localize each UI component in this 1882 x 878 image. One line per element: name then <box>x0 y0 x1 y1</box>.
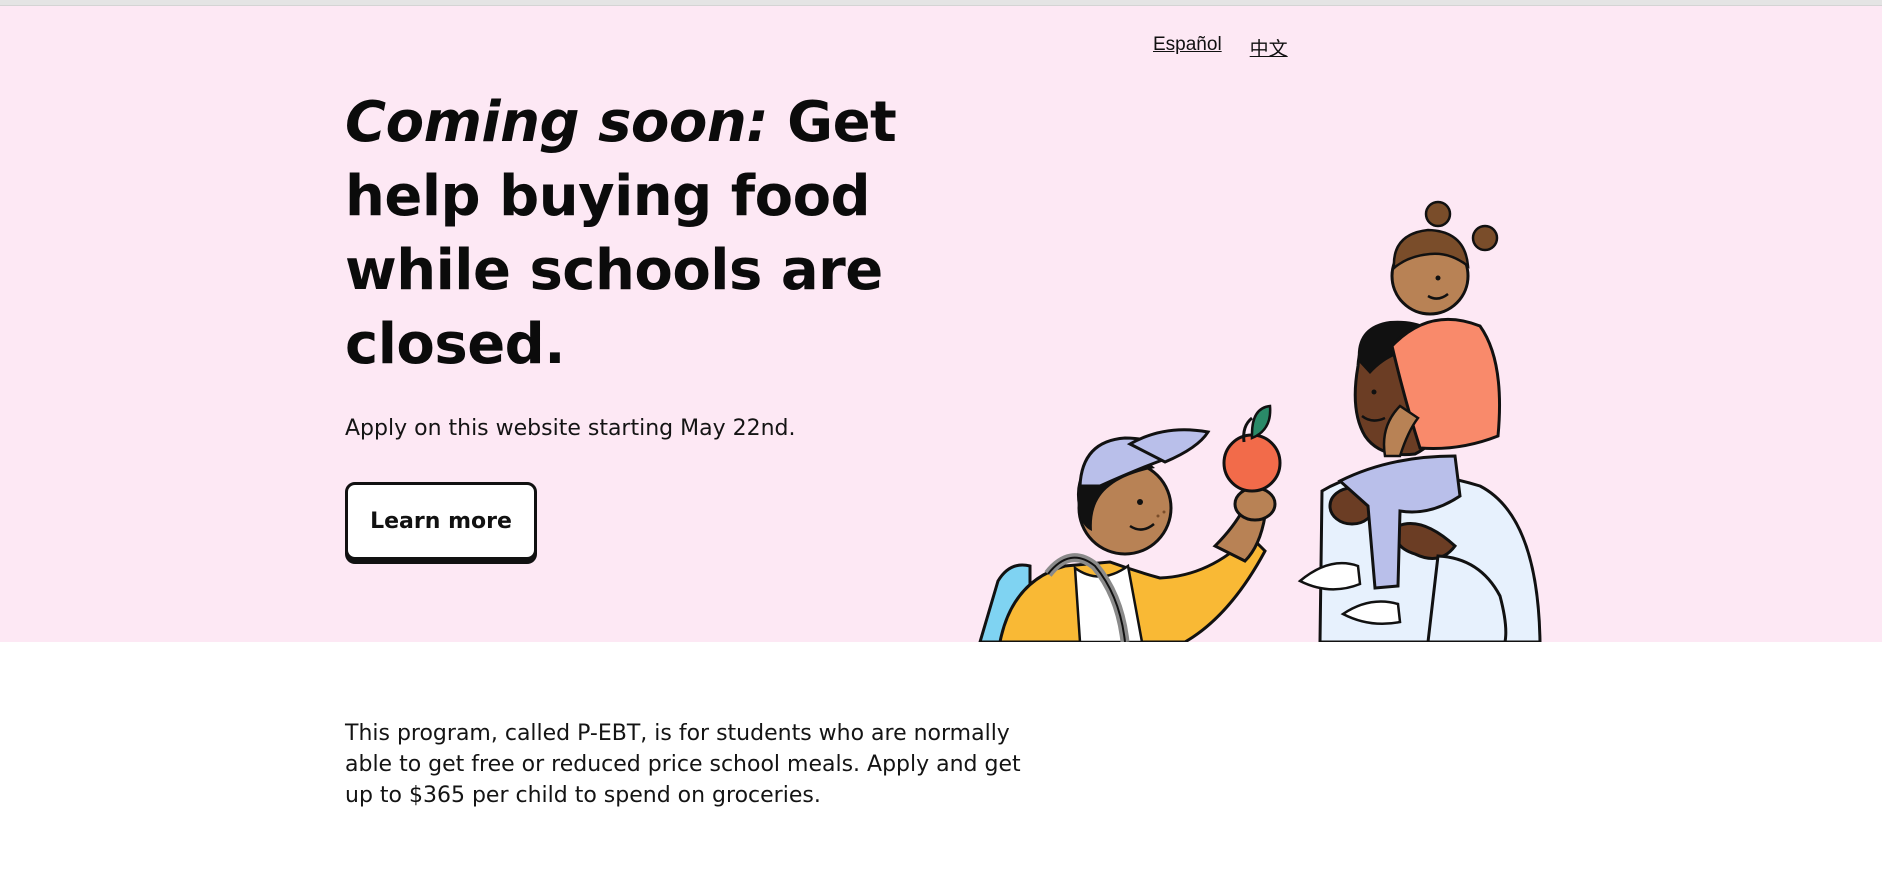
language-link-chinese[interactable]: 中文 <box>1250 34 1288 61</box>
language-link-spanish[interactable]: Español <box>1153 34 1222 61</box>
hero-banner: Español 中文 Coming soon: Get help buying … <box>0 6 1882 642</box>
hero-subline: Apply on this website starting May 22nd. <box>345 416 796 441</box>
page-title: Coming soon: Get help buying food while … <box>345 86 945 382</box>
learn-more-button[interactable]: Learn more <box>345 482 537 560</box>
language-switcher: Español 中文 <box>1153 34 1288 61</box>
program-description: This program, called P-EBT, is for stude… <box>345 721 1021 808</box>
family-with-apple-illustration <box>978 200 1542 642</box>
page-title-emphasis: Coming soon: <box>345 90 769 155</box>
